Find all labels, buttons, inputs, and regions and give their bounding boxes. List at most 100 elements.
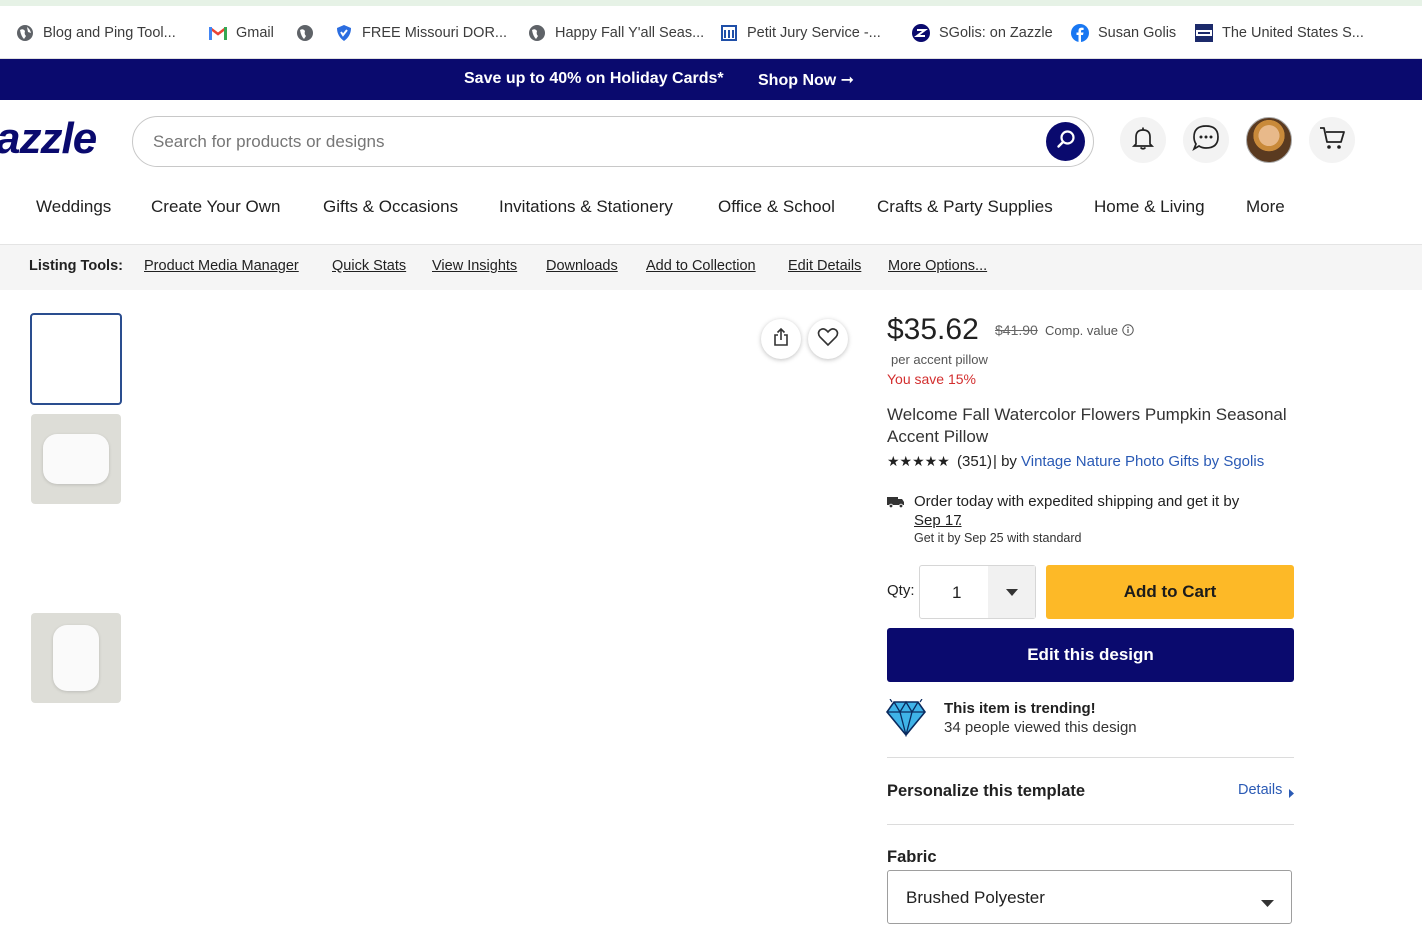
- personalize-heading: Personalize this template: [887, 782, 1086, 800]
- add-to-cart-button[interactable]: Add to Cart: [1046, 565, 1294, 619]
- bookmark-item[interactable]: Gmail: [209, 22, 274, 44]
- listing-tools-label: Listing Tools:: [29, 258, 123, 274]
- cart-icon: [1318, 125, 1346, 156]
- facebook-icon: [1071, 24, 1089, 42]
- search-button[interactable]: [1046, 122, 1085, 161]
- gmail-icon: [209, 24, 227, 42]
- nav-invitations-stationery[interactable]: Invitations & Stationery: [499, 197, 673, 217]
- shop-now-link[interactable]: Shop Now ➞: [758, 70, 854, 90]
- trending-subtitle: 34 people viewed this design: [944, 719, 1137, 736]
- bookmark-item[interactable]: Blog and Ping Tool...: [16, 22, 176, 44]
- downloads-link[interactable]: Downloads: [546, 258, 618, 274]
- bookmarks-bar: Blog and Ping Tool... Gmail FREE Missour…: [0, 0, 1422, 59]
- diamond-icon: [885, 698, 927, 742]
- bookmark-item[interactable]: Petit Jury Service -...: [720, 22, 881, 44]
- truck-icon: [887, 495, 905, 513]
- nav-more[interactable]: More: [1246, 197, 1285, 217]
- comp-price: $41.90: [995, 322, 1038, 338]
- promo-banner: Save up to 40% on Holiday Cards* Shop No…: [0, 59, 1422, 100]
- bookmark-item[interactable]: The United States S...: [1195, 22, 1364, 44]
- store-link[interactable]: Vintage Nature Photo Gifts by Sgolis: [1021, 453, 1264, 470]
- search-input[interactable]: [153, 129, 1033, 155]
- info-icon[interactable]: [1122, 323, 1134, 341]
- comp-label: Comp. value: [1045, 323, 1118, 338]
- search-icon: [1056, 129, 1076, 154]
- pillow-image: [43, 434, 109, 484]
- zazzle-icon: [912, 24, 930, 42]
- edit-design-button[interactable]: Edit this design: [887, 628, 1294, 682]
- savings: You save 15%: [887, 371, 976, 387]
- share-button[interactable]: [761, 319, 801, 359]
- bookmark-label: Blog and Ping Tool...: [43, 25, 176, 41]
- cart-button[interactable]: [1309, 117, 1355, 163]
- heart-icon: [817, 327, 839, 352]
- shipping-date-link[interactable]: Sep 17: [914, 512, 962, 529]
- bookmark-label: The United States S...: [1222, 25, 1364, 41]
- add-to-collection-link[interactable]: Add to Collection: [646, 258, 756, 274]
- courthouse-icon: [720, 24, 738, 42]
- zazzle-logo[interactable]: azzle: [0, 114, 97, 164]
- product-title-line1: Welcome Fall Watercolor Flowers Pumpkin …: [887, 405, 1287, 424]
- notifications-button[interactable]: [1120, 117, 1166, 163]
- price: $35.62: [887, 313, 979, 346]
- messages-button[interactable]: [1183, 117, 1229, 163]
- thumbnail-pillow[interactable]: [31, 613, 121, 703]
- quick-stats-link[interactable]: Quick Stats: [332, 258, 406, 274]
- product-title-line2: Accent Pillow: [887, 427, 989, 446]
- view-insights-link[interactable]: View Insights: [432, 258, 517, 274]
- share-icon: [772, 327, 790, 352]
- bookmark-item[interactable]: FREE Missouri DOR...: [335, 22, 507, 44]
- bookmark-item[interactable]: [296, 22, 323, 44]
- nav-create-your-own[interactable]: Create Your Own: [151, 197, 280, 217]
- quantity-dropdown[interactable]: [988, 566, 1035, 618]
- fabric-select[interactable]: Brushed Polyester: [887, 870, 1292, 924]
- chat-icon: [1191, 123, 1221, 158]
- star-rating[interactable]: ★★★★★: [887, 453, 950, 470]
- globe-icon: [528, 24, 546, 42]
- bookmark-label: Gmail: [236, 25, 274, 41]
- pillow-image: [53, 625, 99, 691]
- chevron-down-icon: [1005, 583, 1018, 601]
- by-label: | by: [993, 453, 1017, 470]
- product-media-manager-link[interactable]: Product Media Manager: [144, 258, 299, 274]
- chevron-right-icon: [1289, 785, 1294, 803]
- search-bar: [132, 116, 1094, 167]
- nav-gifts-occasions[interactable]: Gifts & Occasions: [323, 197, 458, 217]
- nav-office-school[interactable]: Office & School: [718, 197, 835, 217]
- bookmark-item[interactable]: Susan Golis: [1071, 22, 1176, 44]
- globe-icon: [16, 24, 34, 42]
- nav-weddings[interactable]: Weddings: [36, 197, 111, 217]
- quantity-select[interactable]: 1: [919, 565, 1036, 619]
- bookmark-item[interactable]: SGolis: on Zazzle: [912, 22, 1053, 44]
- divider: [887, 824, 1294, 825]
- trending-title: This item is trending!: [944, 700, 1096, 717]
- favorite-button[interactable]: [808, 319, 848, 359]
- thumbnail-selected[interactable]: [30, 313, 122, 405]
- bookmark-label: FREE Missouri DOR...: [362, 25, 508, 41]
- bookmark-label: Petit Jury Service -...: [747, 25, 881, 41]
- edit-details-link[interactable]: Edit Details: [788, 258, 861, 274]
- nav-crafts-party[interactable]: Crafts & Party Supplies: [877, 197, 1053, 217]
- nav-home-living[interactable]: Home & Living: [1094, 197, 1205, 217]
- thumbnail-pillow[interactable]: [31, 414, 121, 504]
- bookmark-item[interactable]: Happy Fall Y'all Seas...: [528, 22, 704, 44]
- bookmark-label: Susan Golis: [1098, 25, 1177, 41]
- chevron-down-icon: [1261, 894, 1274, 912]
- shipping-text: Order today with expedited shipping and …: [914, 493, 1240, 510]
- bell-icon: [1130, 125, 1156, 156]
- shield-icon: [335, 24, 353, 42]
- globe-icon: [296, 24, 314, 42]
- bookmark-label: SGolis: on Zazzle: [939, 25, 1053, 41]
- details-link[interactable]: Details: [1238, 782, 1282, 798]
- listing-tools-bar: Listing Tools: Product Media Manager Qui…: [0, 244, 1422, 290]
- bookmark-label: Happy Fall Y'all Seas...: [555, 25, 705, 41]
- fabric-label: Fabric: [887, 848, 937, 866]
- more-options-link[interactable]: More Options...: [888, 258, 987, 274]
- fabric-value: Brushed Polyester: [906, 888, 1045, 907]
- standard-shipping: Get it by Sep 25 with standard: [914, 531, 1082, 545]
- avatar[interactable]: [1246, 117, 1292, 163]
- qty-label: Qty:: [887, 582, 915, 599]
- review-count[interactable]: (351): [957, 453, 992, 470]
- divider: [887, 757, 1294, 758]
- quantity-value: 1: [952, 583, 962, 602]
